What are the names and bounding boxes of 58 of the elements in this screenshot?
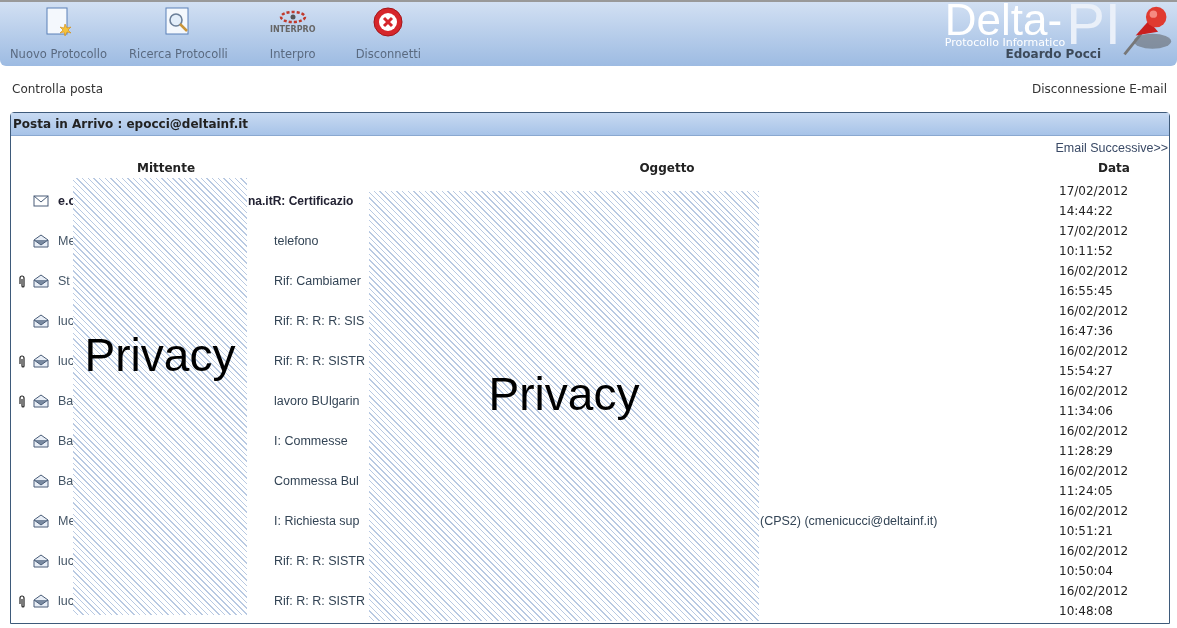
date-text: 16/02/2012 bbox=[1059, 263, 1130, 280]
check-mail-link[interactable]: Controlla posta bbox=[12, 82, 104, 104]
time-text: 10:48:08 bbox=[1059, 603, 1114, 620]
date-text: 16/02/2012 bbox=[1059, 343, 1130, 360]
date-text: 17/02/2012 bbox=[1059, 183, 1130, 200]
toolbar-button[interactable]: INTERPRO Interpro bbox=[241, 2, 346, 66]
column-header: Mittente bbox=[135, 161, 197, 177]
subject-text: Rif: R: R: SISTR bbox=[274, 554, 366, 568]
toolbar-button[interactable]: Ricerca Protocolli bbox=[117, 2, 242, 66]
privacy-label: Privacy bbox=[84, 328, 236, 383]
subject-text: telefono bbox=[274, 234, 320, 248]
date-text: 16/02/2012 bbox=[1059, 463, 1130, 480]
time-text: 11:34:06 bbox=[1059, 403, 1114, 420]
subject-text: Rif: R: R: SISTR bbox=[274, 594, 366, 608]
panel-title: Posta in Arrivo : epocci@deltainf.it bbox=[11, 113, 1169, 136]
date-text: 17/02/2012 bbox=[1059, 223, 1130, 240]
subject-text: Rif: Cambiamer bbox=[274, 274, 362, 288]
column-header: Data bbox=[1097, 161, 1131, 177]
time-text: 10:11:52 bbox=[1059, 243, 1114, 260]
sender-text: luc bbox=[58, 554, 74, 568]
sender-text: St bbox=[58, 274, 70, 288]
sender-text: luc bbox=[58, 354, 74, 368]
privacy-label: Privacy bbox=[488, 367, 640, 422]
date-text: 16/02/2012 bbox=[1059, 543, 1130, 560]
date-text: 16/02/2012 bbox=[1059, 503, 1130, 520]
subject-text: I: Commesse bbox=[274, 434, 349, 448]
toolbar-button[interactable]: Nuovo Protocollo bbox=[0, 2, 117, 66]
time-text: 15:54:27 bbox=[1059, 363, 1114, 380]
subject-text: Rif: R: R: R: SIS bbox=[274, 314, 366, 328]
time-text: 16:47:36 bbox=[1059, 323, 1114, 340]
sender-text: Ba bbox=[58, 474, 74, 488]
subject-text: (CPS2) (cmenicucci@deltainf.it) bbox=[760, 514, 938, 528]
time-text: 10:51:21 bbox=[1059, 523, 1114, 540]
close-icon bbox=[372, 6, 405, 38]
time-text: 10:50:04 bbox=[1059, 563, 1114, 580]
column-header: Oggetto bbox=[638, 161, 696, 177]
logo-subtitle: Protocollo Informatico bbox=[944, 36, 1066, 49]
user-name: Edoardo Pocci bbox=[1005, 47, 1102, 61]
next-emails-link[interactable]: Email Successive>> bbox=[1055, 141, 1168, 155]
time-text: 11:24:05 bbox=[1059, 483, 1114, 500]
date-text: 16/02/2012 bbox=[1059, 423, 1130, 440]
sender-text: na.itR: Certificazio bbox=[248, 194, 355, 208]
subject-text: Commessa Bul bbox=[274, 474, 360, 488]
time-text: 14:44:22 bbox=[1059, 203, 1114, 220]
date-text: 16/02/2012 bbox=[1059, 383, 1130, 400]
subject-text: Rif: R: R: SISTR bbox=[274, 354, 366, 368]
sender-text: luc bbox=[58, 594, 74, 608]
sender-text: Ba bbox=[58, 434, 74, 448]
subject-text: I: Richiesta sup bbox=[274, 514, 361, 528]
disconnect-email-link[interactable]: Disconnessione E-mail bbox=[1032, 82, 1167, 104]
sender-text: Ba bbox=[58, 394, 74, 408]
time-text: 11:28:29 bbox=[1059, 443, 1114, 460]
subject-text: lavoro BUlgarin bbox=[274, 394, 361, 408]
date-text: 16/02/2012 bbox=[1059, 583, 1130, 600]
toolbar-button[interactable]: Disconnetti bbox=[345, 2, 431, 66]
sender-text: luc bbox=[58, 314, 74, 328]
time-text: 16:55:45 bbox=[1059, 283, 1114, 300]
date-text: 16/02/2012 bbox=[1059, 303, 1130, 320]
